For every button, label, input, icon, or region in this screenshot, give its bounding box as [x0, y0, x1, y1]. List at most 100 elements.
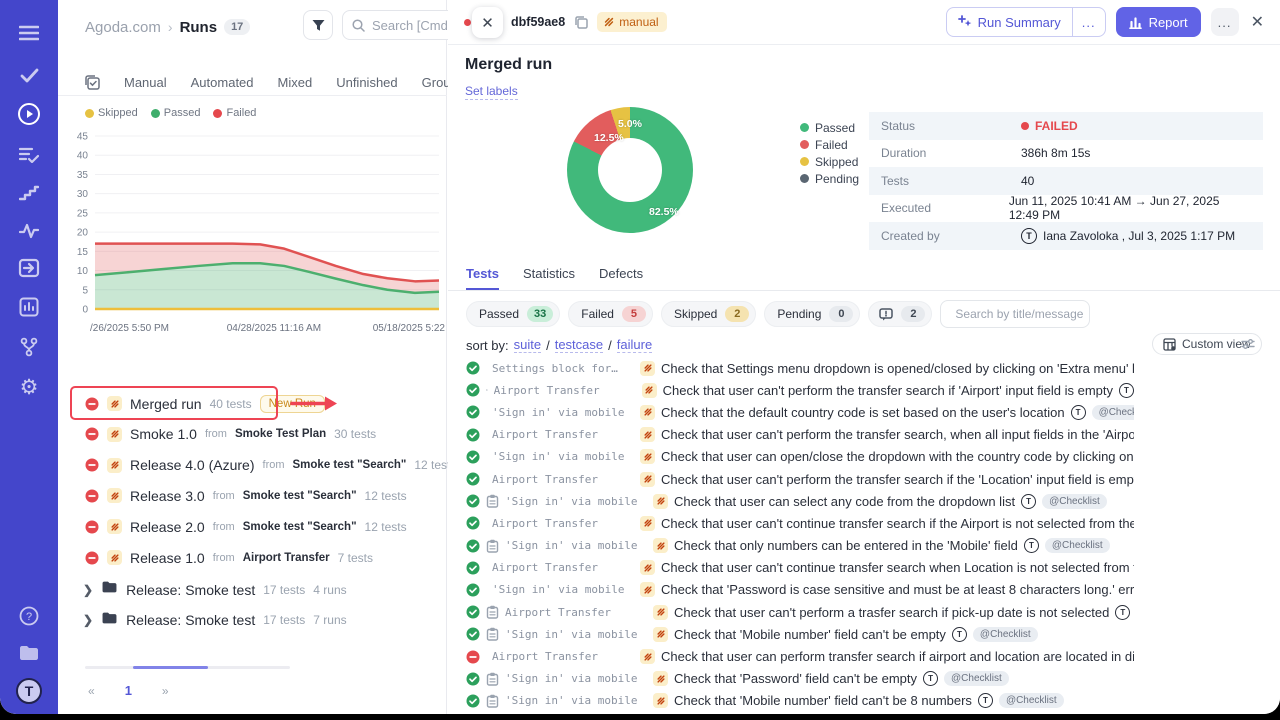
run-list-item[interactable]: Release 3.0fromSmoke test "Search"12 tes… — [58, 480, 447, 511]
pagination-prev[interactable]: « — [82, 681, 101, 701]
passed-status-icon — [466, 516, 480, 530]
list-check-icon[interactable] — [0, 140, 58, 170]
donut-legend-item-passed: Passed — [800, 119, 859, 136]
help-icon[interactable]: ? — [0, 601, 58, 631]
manual-run-icon — [640, 427, 655, 442]
sort-suite-link[interactable]: suite — [514, 337, 541, 353]
folder-icon — [101, 580, 118, 599]
tests-search-input[interactable]: Search by title/message — [940, 300, 1090, 328]
legend-label: Failed — [226, 107, 256, 119]
test-row[interactable]: 'Sign in' via mobileCheck that user can … — [466, 490, 1134, 512]
filter-button[interactable] — [303, 10, 333, 40]
test-row[interactable]: 'Sign in' via mobileCheck that 'Password… — [466, 579, 1134, 601]
legend-label: Skipped — [98, 107, 138, 119]
comments-filter-chip[interactable]: 2 — [868, 301, 932, 327]
select-runs-icon[interactable] — [85, 75, 100, 90]
test-row[interactable]: Settings block for…Check that Settings m… — [466, 357, 1134, 379]
filter-chip-passed[interactable]: Passed33 — [466, 301, 560, 327]
run-list-item[interactable]: Release 1.0fromAirport Transfer7 tests — [58, 542, 447, 573]
steps-icon[interactable] — [0, 178, 58, 208]
test-row[interactable]: 'Sign in' via mobileCheck that only numb… — [466, 535, 1134, 557]
test-suite-name: Airport Transfer — [492, 517, 634, 530]
test-row[interactable]: Airport TransferCheck that user can perf… — [466, 645, 1134, 667]
testcase-icon — [486, 672, 499, 686]
chevron-right-icon[interactable]: ❯ — [83, 613, 93, 627]
checklist-tag: @Checklist — [1092, 405, 1134, 420]
filter-chip-failed[interactable]: Failed5 — [568, 301, 653, 327]
test-row[interactable]: Airport TransferCheck that user can't co… — [466, 557, 1134, 579]
play-circle-icon[interactable] — [0, 99, 58, 129]
donut-legend-label: Passed — [815, 121, 855, 135]
svg-text:04/28/2025 11:16 AM: 04/28/2025 11:16 AM — [227, 323, 321, 334]
donut-legend-label: Skipped — [815, 155, 858, 169]
folder-list-item[interactable]: ❯Release: Smoke test17 tests4 runs — [58, 574, 447, 605]
run-list-item[interactable]: Smoke 1.0fromSmoke Test Plan30 tests — [58, 419, 447, 450]
chart-legend: SkippedPassedFailed — [85, 107, 256, 119]
branch-icon[interactable] — [0, 332, 58, 362]
filter-chip-pending[interactable]: Pending0 — [764, 301, 860, 327]
test-row[interactable]: Airport TransferCheck that user can't pe… — [466, 424, 1134, 446]
user-avatar[interactable]: T — [0, 676, 58, 706]
test-row[interactable]: 'Sign in' via mobileCheck that 'Mobile n… — [466, 623, 1134, 645]
legend-dot — [213, 109, 222, 118]
passed-status-icon — [466, 605, 480, 619]
sort-testcase-link[interactable]: testcase — [555, 337, 603, 353]
pagination-next[interactable]: » — [156, 681, 175, 701]
tab-automated[interactable]: Automated — [191, 75, 254, 90]
svg-text:40: 40 — [77, 151, 89, 162]
set-labels-link[interactable]: Set labels — [465, 84, 518, 100]
pagination-page-1[interactable]: 1 — [119, 680, 138, 701]
test-row[interactable]: Airport TransferCheck that user can't co… — [466, 512, 1134, 534]
tab-unfinished[interactable]: Unfinished — [336, 75, 397, 90]
passed-status-icon — [466, 694, 480, 708]
report-button[interactable]: Report — [1116, 7, 1201, 37]
run-list-item[interactable]: Merged run40 testsNew Run — [58, 388, 447, 419]
run-summary-button[interactable]: Run Summary — [947, 8, 1072, 36]
gear-icon[interactable]: ⚙ — [0, 372, 58, 402]
pulse-icon[interactable] — [0, 216, 58, 246]
chip-count-badge: 33 — [527, 306, 553, 322]
filter-chip-skipped[interactable]: Skipped2 — [661, 301, 756, 327]
detail-tab-statistics[interactable]: Statistics — [523, 266, 575, 290]
scrollbar-thumb[interactable] — [133, 666, 208, 669]
export-icon[interactable] — [0, 253, 58, 283]
detail-tab-defects[interactable]: Defects — [599, 266, 643, 290]
run-list-item[interactable]: Release 4.0 (Azure)fromSmoke test "Searc… — [58, 450, 447, 481]
test-row[interactable]: 'Sign in' via mobileCheck that user can … — [466, 446, 1134, 468]
passed-status-icon — [466, 405, 480, 419]
detail-tab-tests[interactable]: Tests — [466, 266, 499, 290]
test-row[interactable]: 'Sign in' via mobileCheck that 'Mobile n… — [466, 690, 1134, 712]
run-name: Smoke 1.0 — [130, 426, 197, 442]
menu-icon[interactable] — [0, 18, 58, 48]
donut-value-label: 12.5% — [594, 132, 624, 144]
donut-value-label: 82.5% — [649, 206, 679, 218]
breadcrumb-project[interactable]: Agoda.com — [85, 19, 161, 36]
test-row[interactable]: Airport TransferCheck that user can't pe… — [466, 601, 1134, 623]
tab-mixed[interactable]: Mixed — [278, 75, 313, 90]
breadcrumb: Agoda.com › Runs 17 — [85, 12, 250, 42]
chevron-right-icon[interactable]: ❯ — [83, 583, 93, 597]
sort-failure-link[interactable]: failure — [617, 337, 652, 353]
info-label: Status — [881, 119, 1021, 133]
assignee-avatar: T — [1071, 405, 1086, 420]
test-row[interactable]: 'Sign in' via mobileCheck that 'Password… — [466, 668, 1134, 690]
folder-tests-count: 17 tests — [263, 613, 305, 627]
test-row[interactable]: Airport TransferCheck that user can't pe… — [466, 468, 1134, 490]
copy-icon[interactable] — [574, 15, 588, 29]
check-icon[interactable] — [0, 60, 58, 90]
detail-close-icon[interactable]: ✕ — [1249, 12, 1266, 32]
detail-more-button[interactable]: ... — [1211, 8, 1239, 36]
test-title: Check that user can perform transfer sea… — [661, 649, 1134, 664]
run-plan-name: Smoke test "Search" — [293, 459, 407, 471]
test-row[interactable]: 'Sign in' via mobileCheck that the defau… — [466, 401, 1134, 423]
tab-manual[interactable]: Manual — [124, 75, 167, 90]
run-summary-more-button[interactable]: ... — [1072, 8, 1105, 36]
run-status-dot — [464, 19, 471, 26]
panel-close-button[interactable]: ✕ — [472, 7, 503, 38]
view-settings-icon[interactable] — [1241, 337, 1255, 355]
folder-list-item[interactable]: ❯Release: Smoke test17 tests7 runs — [58, 605, 447, 636]
bar-chart-icon[interactable] — [0, 292, 58, 322]
run-list-item[interactable]: Release 2.0fromSmoke test "Search"12 tes… — [58, 511, 447, 542]
test-row[interactable]: Airport TransferCheck that user can't pe… — [466, 379, 1134, 401]
folder-icon[interactable] — [0, 638, 58, 668]
